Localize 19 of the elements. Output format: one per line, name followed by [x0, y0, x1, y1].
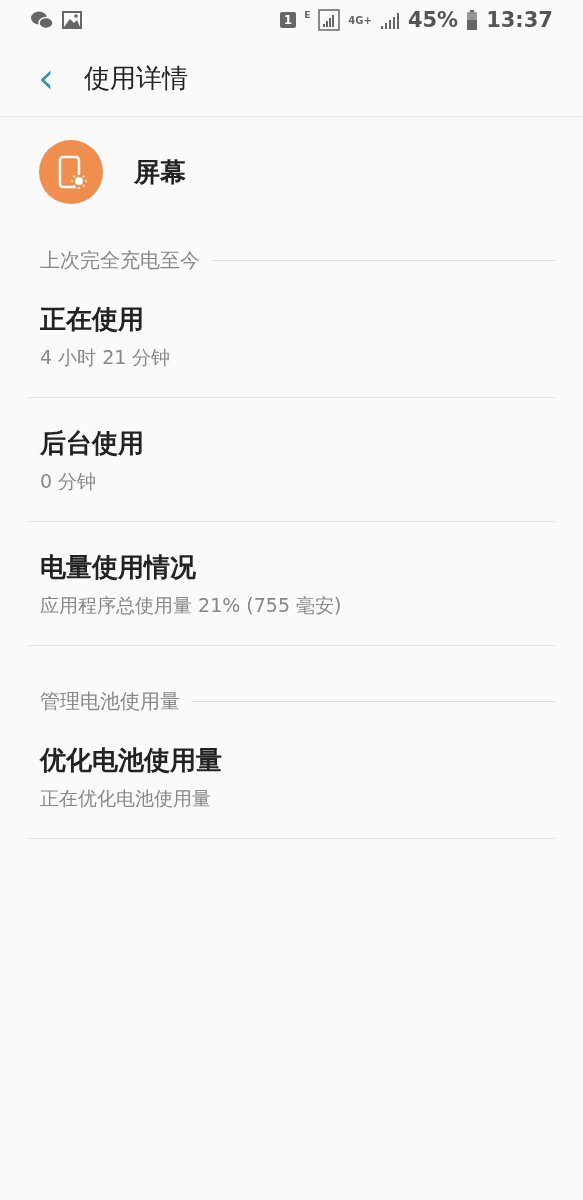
signal-icon	[379, 10, 400, 30]
signal-icon	[318, 9, 341, 31]
image-icon	[62, 11, 82, 29]
network-label: E	[304, 10, 311, 20]
clock: 13:37	[486, 8, 553, 32]
section-header: 上次完全充电至今	[40, 247, 200, 274]
chat-icon	[30, 10, 54, 30]
app-name: 屏幕	[134, 155, 186, 189]
sim-badge: 1	[279, 12, 297, 28]
network-label: 4G+	[348, 14, 372, 26]
battery-icon	[466, 10, 479, 30]
section-header: 管理电池使用量	[40, 688, 180, 715]
list-item[interactable]: 正在使用 4 小时 21 分钟	[28, 274, 555, 398]
list-item[interactable]: 优化电池使用量 正在优化电池使用量	[28, 715, 555, 839]
list-item[interactable]: 电量使用情况 应用程序总使用量 21% (755 毫安)	[28, 522, 555, 646]
list-item[interactable]: 后台使用 0 分钟	[28, 398, 555, 522]
battery-percent: 45%	[407, 8, 459, 32]
page-title: 使用详情	[84, 61, 188, 95]
screen-brightness-icon	[39, 140, 103, 204]
